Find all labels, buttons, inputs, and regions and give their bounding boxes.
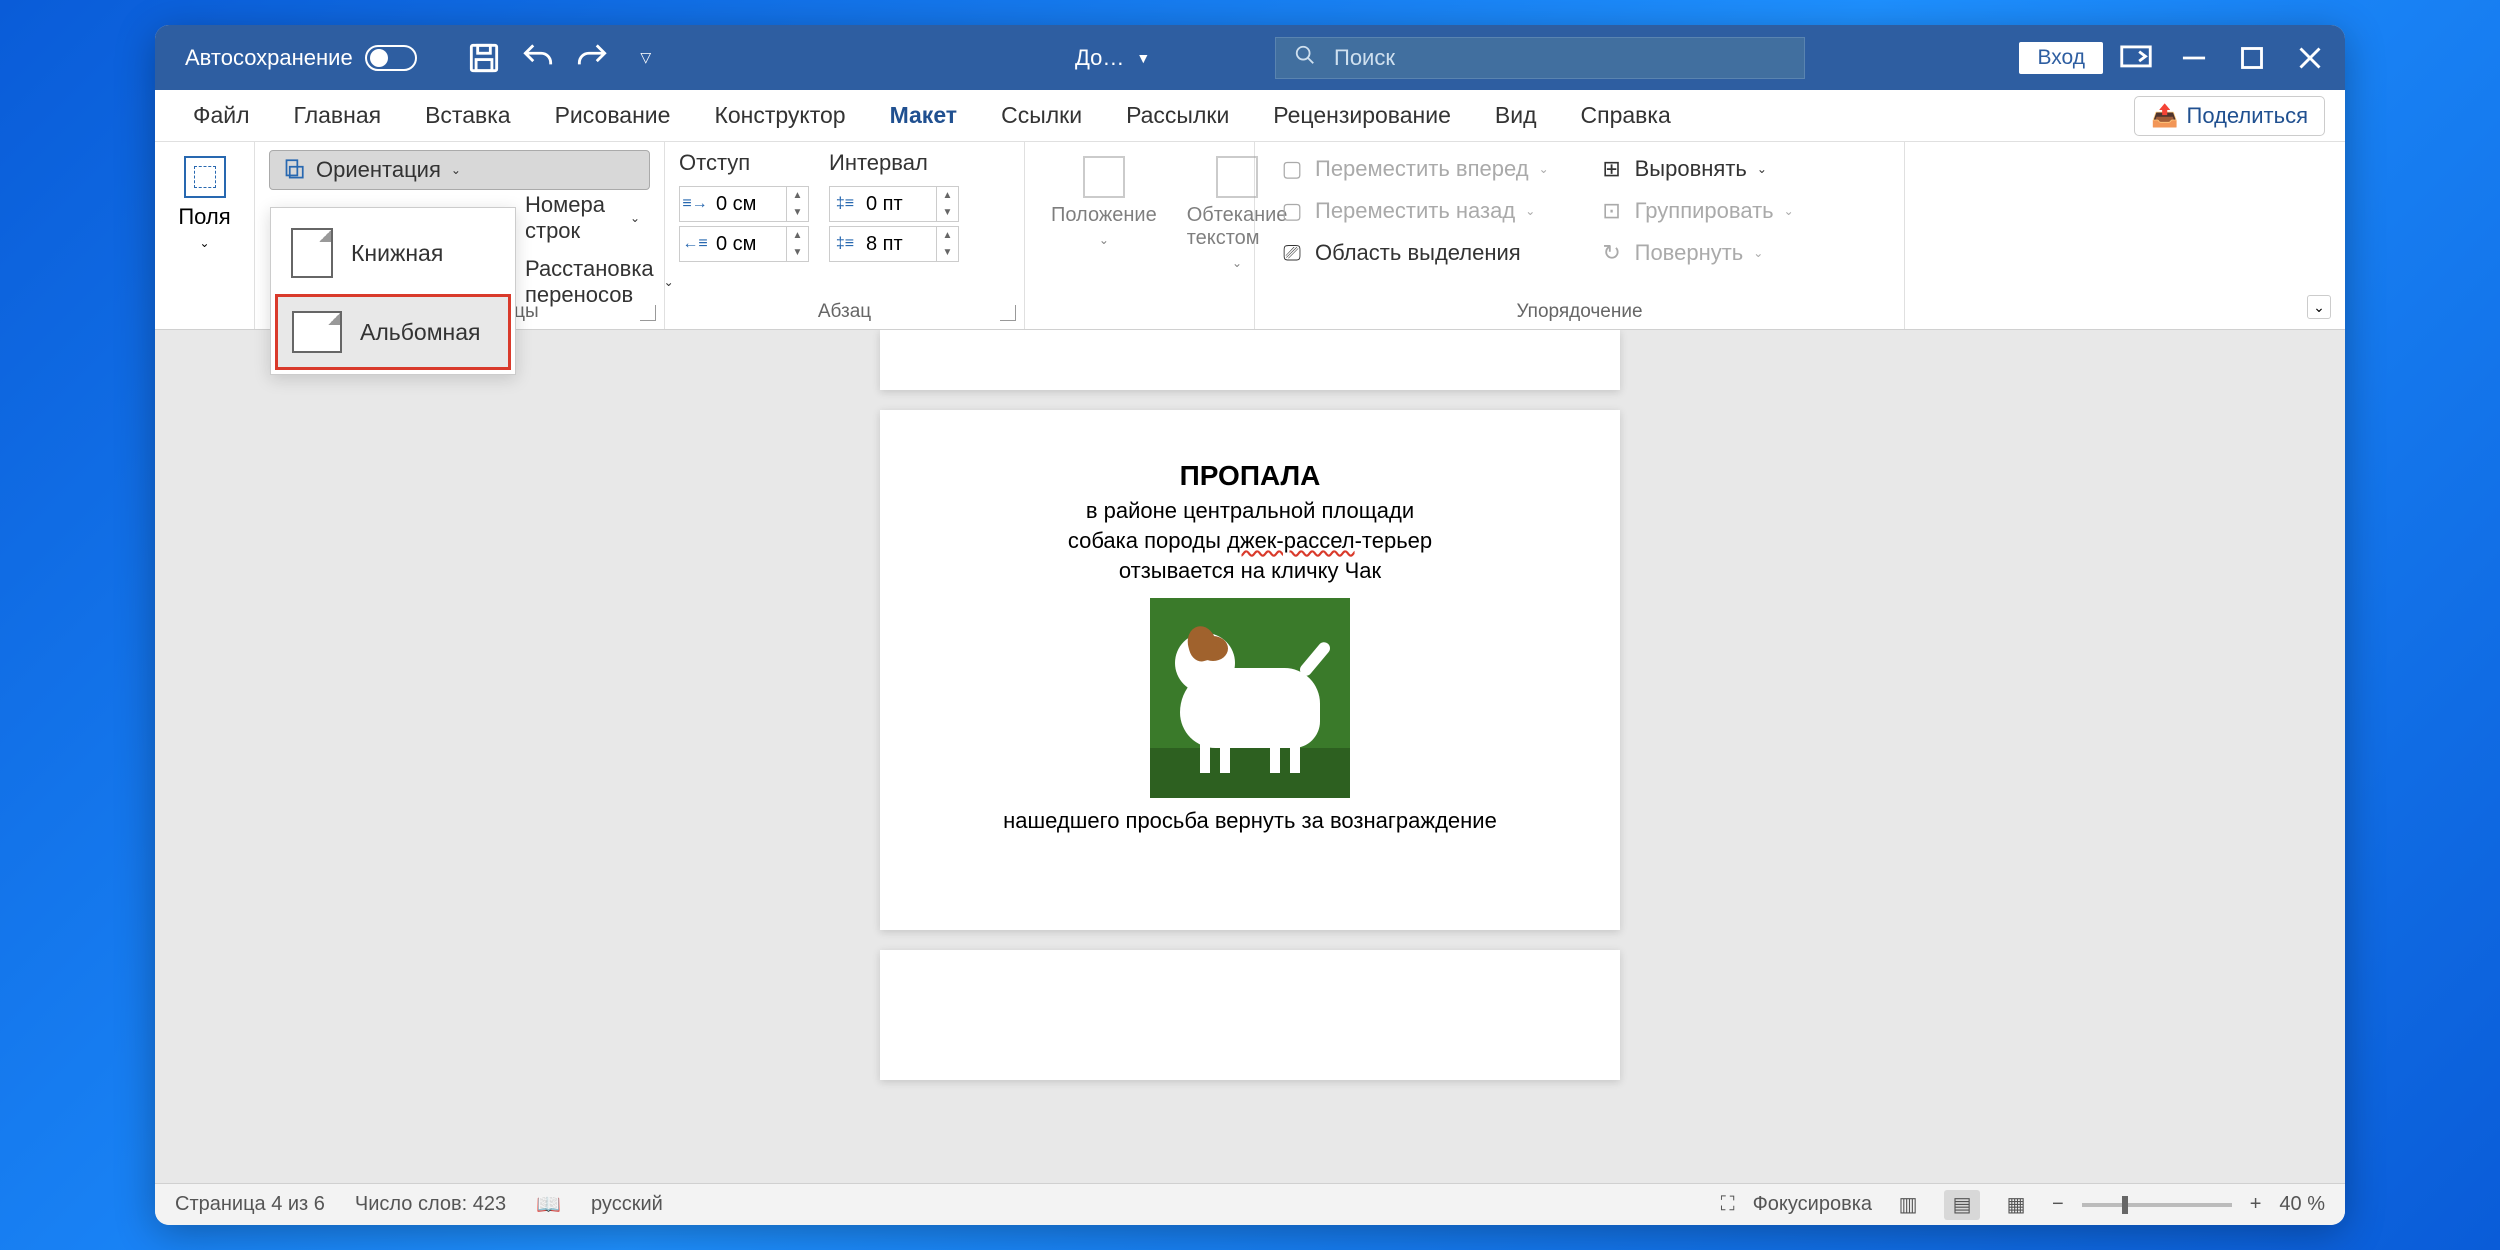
spellcheck-icon[interactable]: 📖 (536, 1192, 561, 1217)
orientation-landscape-item[interactable]: Альбомная (275, 294, 511, 370)
print-layout-button[interactable]: ▤ (1944, 1190, 1980, 1220)
search-icon (1294, 44, 1316, 72)
spacing-after-icon: ‡≡ (830, 235, 860, 253)
rotate-button[interactable]: ↻ Повернуть ⌄ (1589, 234, 1804, 272)
tab-home[interactable]: Главная (276, 94, 400, 137)
spacing-label: Интервал (829, 150, 959, 176)
tab-references[interactable]: Ссылки (983, 94, 1100, 137)
close-button[interactable] (2285, 39, 2335, 77)
save-button[interactable] (465, 39, 503, 77)
page-prev (880, 330, 1620, 390)
send-backward-icon: ▢ (1279, 198, 1305, 224)
display-mode-button[interactable] (2111, 39, 2161, 77)
tab-mailings[interactable]: Рассылки (1108, 94, 1247, 137)
dog-image (1150, 598, 1350, 798)
focus-icon: ⛶ (1721, 1193, 1735, 1216)
tab-file[interactable]: Файл (175, 94, 268, 137)
orientation-icon (280, 157, 306, 183)
bring-forward-icon: ▢ (1279, 156, 1305, 182)
ribbon: Поля ⌄ Ориентация ⌄ Книжная Альбомная (155, 142, 2345, 330)
tab-view[interactable]: Вид (1477, 94, 1555, 137)
selection-pane-button[interactable]: ⎚ Область выделения (1269, 234, 1559, 272)
autosave-label: Автосохранение (185, 45, 353, 71)
chevron-down-icon: ⌄ (630, 211, 640, 225)
position-button[interactable]: Положение ⌄ (1039, 150, 1169, 325)
spacing-before-spinner[interactable]: ‡≡ 0 пт ▲▼ (829, 186, 959, 222)
spacing-before-icon: ‡≡ (830, 195, 860, 213)
zoom-in-button[interactable]: + (2250, 1193, 2262, 1216)
group-icon: ⊡ (1599, 198, 1625, 224)
align-button[interactable]: ⊞ Выровнять ⌄ (1589, 150, 1804, 188)
tab-review[interactable]: Рецензирование (1255, 94, 1469, 137)
page-setup-launcher[interactable] (640, 305, 656, 321)
tab-design[interactable]: Конструктор (696, 94, 863, 137)
doc-line: собака породы джек-рассел-терьер (1068, 528, 1432, 554)
doc-line: отзывается на кличку Чак (1119, 558, 1381, 584)
page-next (880, 950, 1620, 1080)
rotate-icon: ↻ (1599, 240, 1625, 266)
zoom-level[interactable]: 40 % (2279, 1193, 2325, 1216)
group-button[interactable]: ⊡ Группировать ⌄ (1589, 192, 1804, 230)
indent-left-spinner[interactable]: ≡→ 0 см ▲▼ (679, 186, 809, 222)
chevron-down-icon: ⌄ (199, 236, 209, 250)
share-button[interactable]: 📤 Поделиться (2134, 96, 2325, 136)
app-window: Автосохранение ▽ До… ▼ Поиск Вход Файл Г… (155, 25, 2345, 1225)
web-layout-button[interactable]: ▦ (1998, 1190, 2034, 1220)
tab-help[interactable]: Справка (1563, 94, 1689, 137)
titlebar: Автосохранение ▽ До… ▼ Поиск Вход (155, 25, 2345, 90)
menubar: Файл Главная Вставка Рисование Конструкт… (155, 90, 2345, 142)
search-input[interactable]: Поиск (1275, 37, 1805, 79)
bring-forward-button[interactable]: ▢ Переместить вперед ⌄ (1269, 150, 1559, 188)
collapse-ribbon-button[interactable]: ⌄ (2307, 295, 2331, 319)
qat-dropdown[interactable]: ▽ (627, 39, 665, 77)
margins-button[interactable]: Поля ⌄ (169, 150, 240, 256)
doc-line: в районе центральной площади (1086, 498, 1414, 524)
status-language[interactable]: русский (591, 1193, 663, 1216)
spacing-after-spinner[interactable]: ‡≡ 8 пт ▲▼ (829, 226, 959, 262)
login-button[interactable]: Вход (2019, 42, 2103, 74)
minimize-button[interactable] (2169, 39, 2219, 77)
zoom-out-button[interactable]: − (2052, 1193, 2064, 1216)
paragraph-launcher[interactable] (1000, 305, 1016, 321)
position-icon (1083, 156, 1125, 198)
statusbar: Страница 4 из 6 Число слов: 423 📖 русски… (155, 1183, 2345, 1225)
document-title[interactable]: До… ▼ (1075, 45, 1150, 71)
landscape-icon (292, 311, 342, 353)
selection-pane-icon: ⎚ (1279, 240, 1305, 266)
align-icon: ⊞ (1599, 156, 1625, 182)
read-mode-button[interactable]: ▥ (1890, 1190, 1926, 1220)
margins-icon (184, 156, 226, 198)
orientation-dropdown: Книжная Альбомная (270, 207, 516, 375)
orientation-portrait-item[interactable]: Книжная (275, 212, 511, 294)
redo-button[interactable] (573, 39, 611, 77)
share-icon: 📤 (2151, 103, 2178, 129)
doc-line: нашедшего просьба вернуть за вознагражде… (1003, 808, 1497, 834)
chevron-down-icon: ⌄ (451, 163, 461, 177)
portrait-icon (291, 228, 333, 278)
paragraph-group-label: Абзац (665, 301, 1024, 323)
autosave-toggle[interactable]: Автосохранение (185, 45, 417, 71)
focus-mode-button[interactable]: Фокусировка (1753, 1193, 1872, 1216)
page-current[interactable]: ПРОПАЛА в районе центральной площади соб… (880, 410, 1620, 930)
indent-label: Отступ (679, 150, 809, 176)
orientation-button[interactable]: Ориентация ⌄ Книжная Альбомная (269, 150, 650, 190)
status-words[interactable]: Число слов: 423 (355, 1193, 506, 1216)
undo-button[interactable] (519, 39, 557, 77)
tab-draw[interactable]: Рисование (537, 94, 689, 137)
wrap-text-icon (1216, 156, 1258, 198)
chevron-down-icon: ▼ (1136, 50, 1150, 66)
doc-heading: ПРОПАЛА (1180, 460, 1321, 492)
tab-layout[interactable]: Макет (872, 94, 976, 137)
tab-insert[interactable]: Вставка (407, 94, 529, 137)
indent-right-icon: ←≡ (680, 235, 710, 253)
document-area[interactable]: ПРОПАЛА в районе центральной площади соб… (155, 330, 2345, 1183)
send-backward-button[interactable]: ▢ Переместить назад ⌄ (1269, 192, 1559, 230)
indent-right-spinner[interactable]: ←≡ 0 см ▲▼ (679, 226, 809, 262)
indent-left-icon: ≡→ (680, 195, 710, 213)
status-page[interactable]: Страница 4 из 6 (175, 1193, 325, 1216)
toggle-switch-icon[interactable] (365, 45, 417, 71)
arrange-group-label: Упорядочение (1255, 301, 1904, 323)
maximize-button[interactable] (2227, 39, 2277, 77)
zoom-slider[interactable] (2082, 1203, 2232, 1207)
